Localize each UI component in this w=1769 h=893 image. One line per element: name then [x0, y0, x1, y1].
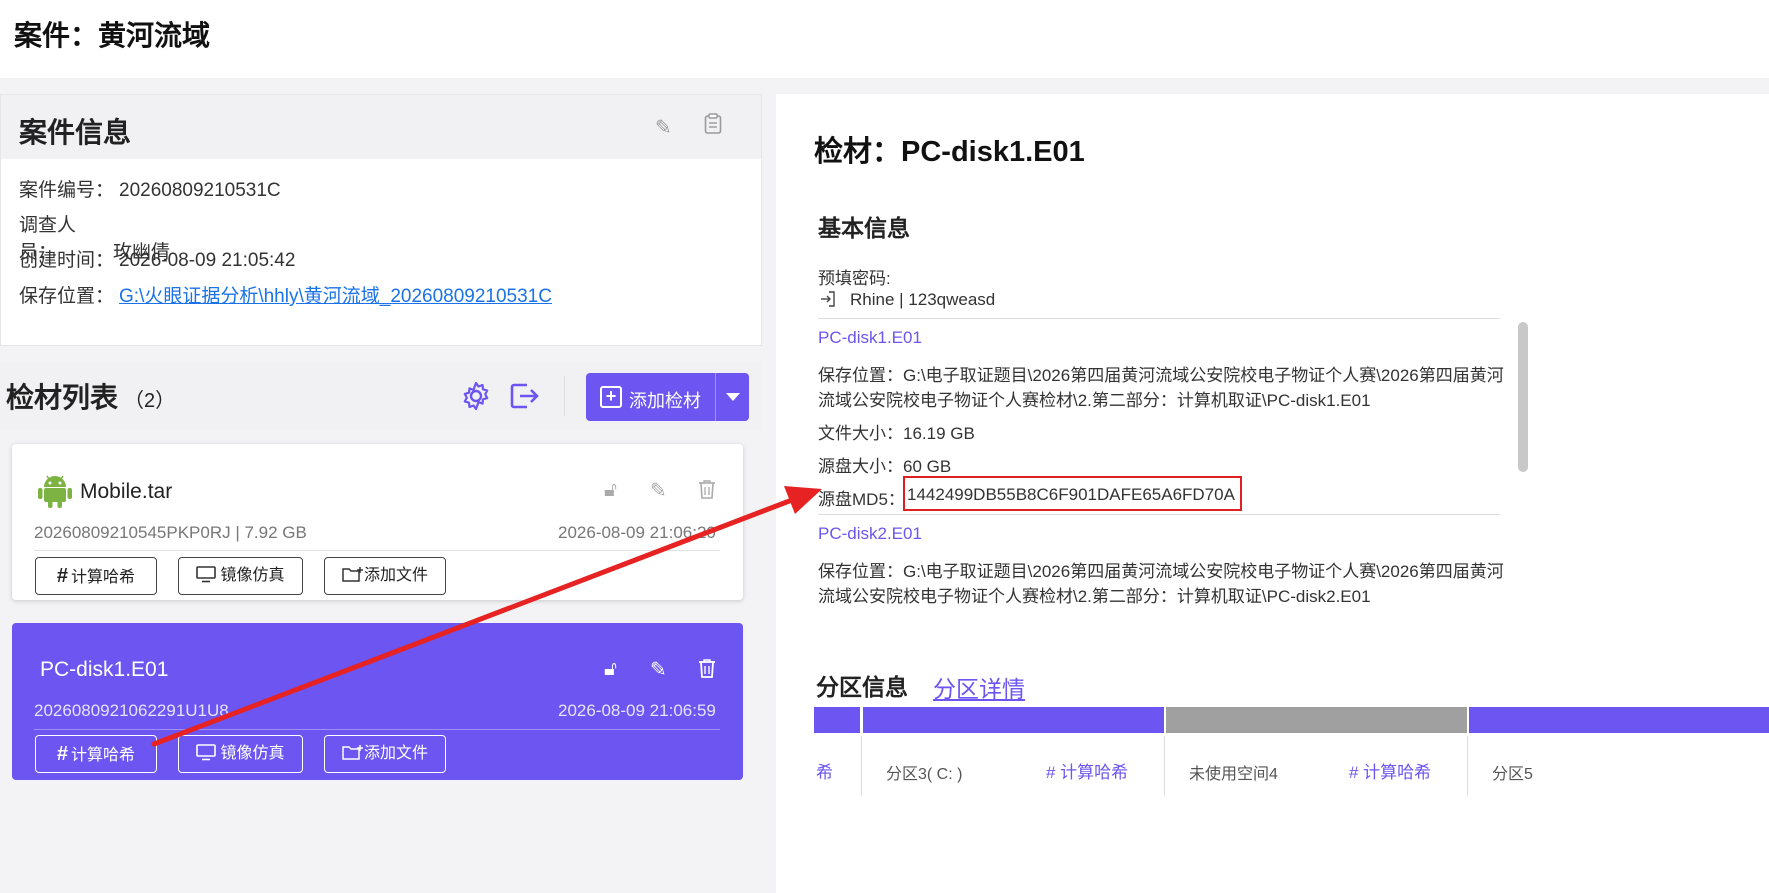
add-folder-icon	[342, 745, 364, 762]
add-evidence-button[interactable]: + 添加检材	[586, 373, 749, 421]
divider	[818, 514, 1500, 515]
disk1-disk-size: 源盘大小：60 GB	[818, 457, 952, 476]
login-arrow-icon	[820, 291, 836, 312]
disk2-path-line1: 保存位置：G:\电子取证题目\2026第四届黄河流域公安院校电子物证个人赛\20…	[818, 562, 1504, 581]
partition-name: 分区5	[1492, 766, 1533, 783]
monitor-icon	[196, 566, 217, 584]
partition-info-title: 分区信息	[816, 674, 908, 700]
clipboard-icon[interactable]	[704, 113, 722, 141]
md5-highlight-box	[903, 476, 1242, 511]
card-divider	[34, 729, 720, 730]
card-divider	[34, 550, 720, 551]
case-title: 案件：黄河流域	[14, 20, 211, 51]
case-info-panel: 案件信息 ✎ 案件编号： 20260809210531C 调查人员： 玫幽倩 创建时…	[0, 94, 762, 346]
partition-bar	[1469, 707, 1769, 733]
disk1-name[interactable]: PC-disk1.E01	[818, 328, 922, 348]
evidence-name: Mobile.tar	[80, 480, 173, 503]
compute-hash-button[interactable]: # 计算哈希	[35, 735, 157, 773]
case-info-header: 案件信息 ✎	[1, 95, 761, 159]
partition-cell[interactable]: 希	[814, 736, 862, 796]
hash-icon: #	[56, 565, 69, 587]
partition-bar-unused	[1166, 707, 1467, 733]
created-time-value: 2026-08-09 21:05:42	[119, 250, 296, 271]
partition-name: 分区3( C: )	[886, 766, 963, 783]
evidence-count: （2）	[124, 390, 176, 412]
header-divider	[564, 376, 565, 416]
top-bar: 案件：黄河流域	[0, 0, 1769, 78]
basic-info-title: 基本信息	[818, 215, 910, 241]
case-info-title: 案件信息	[19, 117, 132, 148]
compute-hash-button[interactable]: # 计算哈希	[35, 557, 157, 595]
evidence-name: PC-disk1.E01	[40, 658, 169, 681]
evidence-list-title-text: 检材列表	[6, 382, 119, 413]
add-file-label: 添加文件	[363, 567, 428, 584]
edit-icon[interactable]: ✎	[650, 657, 667, 682]
evidence-meta: 20260809210545PKP0RJ | 7.92 GB	[34, 523, 307, 542]
evidence-time: 2026-08-09 21:06:20	[558, 523, 716, 542]
mirror-emulate-button[interactable]: 镜像仿真	[178, 735, 303, 773]
add-folder-icon	[342, 567, 364, 584]
evidence-card-pc-disk1[interactable]: PC-disk1.E01 🔓︎ ✎ 2026080921062291U1U8 2…	[12, 623, 743, 780]
case-number-value: 20260809210531C	[119, 180, 281, 201]
mirror-emulate-button[interactable]: 镜像仿真	[178, 557, 303, 595]
settings-gear-icon[interactable]	[460, 380, 492, 417]
divider	[818, 318, 1500, 319]
password-label: 预填密码:	[818, 269, 891, 288]
save-location-row: 保存位置： G:\火眼证据分析\hhly\黄河流域_20260809210531C	[19, 281, 552, 308]
partition-detail-link[interactable]: 分区详情	[933, 670, 1025, 704]
add-evidence-label: 添加检材	[629, 391, 701, 411]
case-number-label: 案件编号：	[19, 180, 115, 201]
mirror-emulate-label: 镜像仿真	[220, 745, 285, 762]
monitor-icon	[196, 744, 217, 762]
disk2-name[interactable]: PC-disk2.E01	[818, 524, 922, 544]
add-file-label: 添加文件	[363, 745, 428, 762]
hash-icon: #	[56, 743, 69, 765]
partition-cell[interactable]: 未使用空间4 # 计算哈希	[1165, 736, 1468, 796]
evidence-time: 2026-08-09 21:06:59	[558, 701, 716, 720]
add-box-icon: +	[600, 386, 622, 408]
disk1-path-line1: 保存位置：G:\电子取证题目\2026第四届黄河流域公安院校电子物证个人赛\20…	[818, 366, 1504, 385]
evidence-detail-title: 检材：PC-disk1.E01	[814, 136, 1085, 168]
partition-name: 未使用空间4	[1189, 766, 1278, 783]
disk1-file-size: 文件大小：16.19 GB	[818, 424, 975, 443]
mirror-emulate-label: 镜像仿真	[220, 567, 285, 584]
compute-hash-label: 计算哈希	[71, 569, 136, 586]
partition-bar	[814, 707, 860, 733]
edit-icon[interactable]: ✎	[650, 478, 667, 503]
case-number-row: 案件编号： 20260809210531C	[19, 175, 281, 202]
evidence-meta: 2026080921062291U1U8	[34, 701, 229, 720]
password-value: Rhine | 123qweasd	[850, 290, 996, 309]
disk1-md5-label: 源盘MD5：	[818, 490, 905, 509]
chevron-down-icon[interactable]	[715, 373, 749, 421]
compute-hash-label: 计算哈希	[71, 747, 136, 764]
partition-cell[interactable]: 分区3( C: ) # 计算哈希	[862, 736, 1165, 796]
evidence-card-mobile[interactable]: Mobile.tar 🔓︎ ✎ 20260809210545PKP0RJ | 7…	[12, 444, 743, 600]
partition-hash-link[interactable]: # 计算哈希	[1046, 758, 1128, 783]
partition-hash-link[interactable]: # 计算哈希	[1349, 758, 1431, 783]
created-time-row: 创建时间： 2026-08-09 21:05:42	[19, 245, 295, 272]
evidence-list-header: 检材列表 （2） + 添加检材	[0, 362, 762, 430]
partition-hash-link[interactable]: 希	[816, 758, 833, 783]
partition-bar	[863, 707, 1164, 733]
add-file-button[interactable]: 添加文件	[324, 735, 446, 773]
android-icon	[38, 473, 72, 514]
disk1-path-line2: 流域公安院校电子物证个人赛检材\2.第二部分：计算机取证\PC-disk1.E0…	[818, 391, 1371, 410]
created-time-label: 创建时间：	[19, 250, 115, 271]
export-icon[interactable]	[508, 380, 540, 417]
trash-icon[interactable]	[698, 479, 716, 505]
partition-cell[interactable]: 分区5	[1468, 736, 1769, 796]
save-location-link[interactable]: G:\火眼证据分析\hhly\黄河流域_20260809210531C	[119, 286, 552, 307]
evidence-detail-panel: 检材：PC-disk1.E01 基本信息 预填密码: Rhine | 123qw…	[776, 94, 1769, 893]
trash-icon[interactable]	[698, 658, 716, 684]
evidence-list-title: 检材列表 （2）	[6, 376, 175, 416]
add-file-button[interactable]: 添加文件	[324, 557, 446, 595]
lock-icon[interactable]: 🔓︎	[604, 658, 617, 681]
lock-icon[interactable]: 🔓︎	[604, 479, 617, 502]
save-location-label: 保存位置：	[19, 286, 115, 307]
edit-icon[interactable]: ✎	[655, 115, 672, 140]
scrollbar[interactable]	[1518, 322, 1528, 472]
disk2-path-line2: 流域公安院校电子物证个人赛检材\2.第二部分：计算机取证\PC-disk2.E0…	[818, 587, 1371, 606]
